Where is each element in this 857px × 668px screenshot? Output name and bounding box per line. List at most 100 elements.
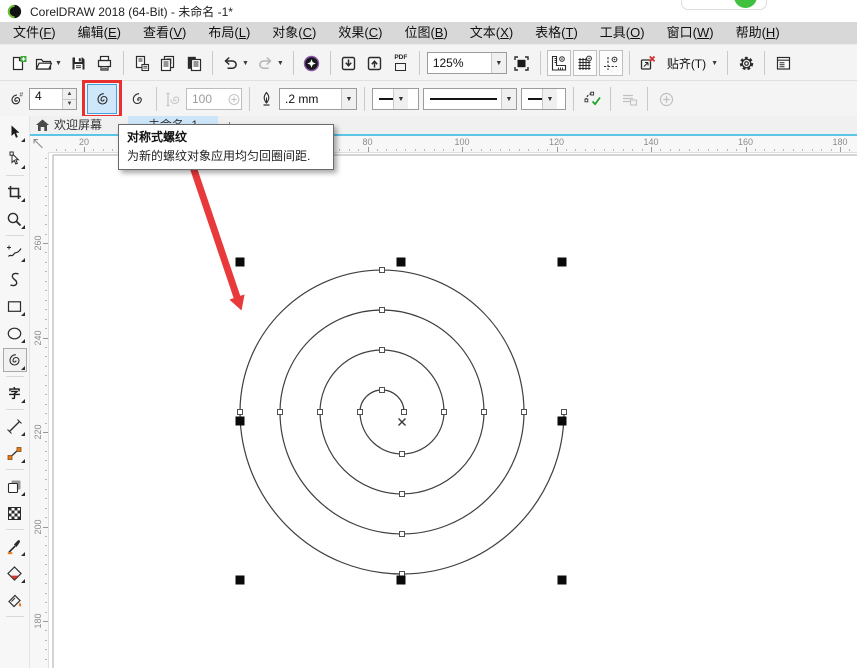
symmetric-spiral-button[interactable]: [87, 84, 117, 114]
chevron-down-icon[interactable]: ▼: [341, 89, 356, 109]
undo-button[interactable]: ▼: [219, 50, 252, 76]
menu-item-b-6[interactable]: 位图(B): [393, 22, 458, 44]
home-icon[interactable]: [34, 117, 51, 134]
text-tool[interactable]: 字: [3, 381, 27, 405]
line-sample: [430, 98, 497, 100]
vruler-tick: [43, 338, 48, 339]
vruler-label: 240: [33, 324, 43, 352]
chevron-down-icon[interactable]: ▼: [55, 60, 62, 67]
line-style-combobox[interactable]: ▼: [423, 88, 517, 110]
rulers-toggle[interactable]: [547, 50, 571, 76]
menu-item-c-4[interactable]: 对象(C): [261, 22, 327, 44]
freehand-tool[interactable]: [3, 240, 27, 264]
fullscreen-preview-button[interactable]: [510, 50, 534, 76]
spiral-revolutions-input[interactable]: 4▲▼: [29, 88, 77, 110]
chevron-down-icon[interactable]: ▼: [242, 60, 249, 67]
hruler-label: 160: [738, 137, 753, 147]
interactive-fill-tool[interactable]: [3, 561, 27, 585]
zoom-level-combobox[interactable]: 125%▼: [427, 52, 507, 74]
docker-button[interactable]: [771, 50, 795, 76]
menu-item-x-7[interactable]: 文本(X): [459, 22, 524, 44]
end-arrowhead-combobox[interactable]: ▼: [521, 88, 566, 110]
vruler-dot: [45, 555, 47, 556]
hruler-dot: [509, 149, 510, 151]
pick-tool[interactable]: [3, 120, 27, 144]
smart-fill-tool[interactable]: [3, 588, 27, 612]
chevron-down-icon[interactable]: ▼: [491, 53, 506, 73]
drop-shadow-tool[interactable]: [3, 474, 27, 498]
connector-tool[interactable]: [3, 441, 27, 465]
menu-item-o-9[interactable]: 工具(O): [589, 22, 656, 44]
transparency-tool-icon: [6, 505, 23, 522]
ellipse-tool[interactable]: [3, 321, 27, 345]
menu-item-e-1[interactable]: 编辑(E): [67, 22, 132, 44]
menu-item-w-10[interactable]: 窗口(W): [656, 22, 725, 44]
menu-item-l-3[interactable]: 布局(L): [197, 22, 261, 44]
wrap-text-button[interactable]: [617, 86, 641, 112]
chevron-down-icon[interactable]: ▼: [393, 89, 408, 109]
rectangle-tool[interactable]: [3, 294, 27, 318]
color-eyedropper-tool[interactable]: [3, 534, 27, 558]
hruler-dot: [103, 149, 104, 151]
snap-off-button[interactable]: [636, 50, 660, 76]
dimension-tool[interactable]: [3, 414, 27, 438]
chevron-down-icon[interactable]: ▼: [711, 60, 718, 67]
start-arrowhead-combobox[interactable]: ▼: [372, 88, 419, 110]
save-button[interactable]: [67, 50, 91, 76]
paste-button[interactable]: [182, 50, 206, 76]
hruler-dot: [783, 149, 784, 151]
toolbar-separator: [610, 87, 611, 111]
vruler-tick: [43, 432, 48, 433]
ruler-origin-corner[interactable]: [30, 136, 48, 152]
new-document-button[interactable]: [6, 50, 30, 76]
vruler-dot: [45, 158, 47, 159]
print-button[interactable]: [93, 50, 117, 76]
vruler-dot: [45, 423, 47, 424]
publish-pdf-button[interactable]: PDF: [389, 50, 413, 76]
menu-item-f-0[interactable]: 文件(F): [2, 22, 67, 44]
shape-tool[interactable]: [3, 147, 27, 171]
open-button[interactable]: ▼: [32, 50, 65, 76]
quick-customize-button[interactable]: [654, 86, 678, 112]
drawing-canvas[interactable]: [48, 152, 857, 668]
chevron-down-icon[interactable]: ▼: [277, 60, 284, 67]
import-button[interactable]: [337, 50, 361, 76]
chevron-down-icon[interactable]: ▼: [542, 89, 557, 109]
spinner-arrows[interactable]: ▲▼: [62, 89, 76, 109]
hruler-dot: [604, 149, 605, 151]
outline-width-combobox[interactable]: .2 mm▼: [279, 88, 357, 110]
vruler-dot: [45, 375, 47, 376]
spiral-tool[interactable]: [3, 348, 27, 372]
hruler-dot: [405, 149, 406, 151]
crop-tool[interactable]: [3, 180, 27, 204]
hruler-dot: [585, 149, 586, 151]
menu-item-v-2[interactable]: 查看(V): [132, 22, 197, 44]
flyout-indicator: [21, 492, 25, 496]
app-launcher-button[interactable]: [300, 50, 324, 76]
outline-width-icon: [255, 91, 277, 108]
curve-tool[interactable]: [3, 267, 27, 291]
redo-button[interactable]: ▼: [254, 50, 287, 76]
grid-toggle[interactable]: [573, 50, 597, 76]
tab-welcome-screen[interactable]: 欢迎屏幕: [54, 116, 102, 134]
menu-item-t-8[interactable]: 表格(T): [524, 22, 589, 44]
toolbox-separator: [6, 175, 24, 176]
menu-item-h-11[interactable]: 帮助(H): [725, 22, 791, 44]
vertical-ruler[interactable]: 260240220200180: [30, 152, 49, 668]
flyout-indicator: [21, 312, 25, 316]
transparency-tool[interactable]: [3, 501, 27, 525]
export-button[interactable]: [363, 50, 387, 76]
logarithmic-spiral-button[interactable]: [126, 86, 150, 112]
hruler-dot: [660, 149, 661, 151]
vruler-dot: [45, 252, 47, 253]
options-button[interactable]: [734, 50, 758, 76]
chevron-down-icon[interactable]: ▼: [501, 89, 516, 109]
cut-button[interactable]: [130, 50, 154, 76]
close-curve-button[interactable]: [580, 86, 604, 112]
guidelines-toggle[interactable]: [599, 50, 623, 76]
copy-button[interactable]: [156, 50, 180, 76]
snap-to-dropdown[interactable]: 贴齐(T)▼: [662, 50, 721, 76]
menu-item-c-5[interactable]: 效果(C): [327, 22, 393, 44]
hruler-dot: [519, 149, 520, 151]
zoom-tool[interactable]: [3, 207, 27, 231]
